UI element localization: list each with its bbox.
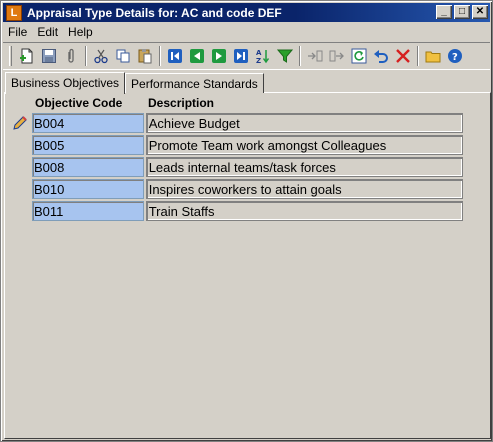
row-indicator[interactable] [8, 134, 32, 156]
grid-header: Objective Code Description [8, 96, 463, 112]
first-record-icon[interactable] [164, 45, 186, 67]
attach-icon[interactable] [60, 45, 82, 67]
column-header-description[interactable]: Description [144, 96, 462, 112]
table-row[interactable]: B004 Achieve Budget [8, 112, 463, 134]
copy-icon[interactable] [112, 45, 134, 67]
row-indicator[interactable] [8, 200, 32, 222]
objective-code-cell[interactable]: B004 [31, 113, 144, 133]
table-row[interactable]: B005 Promote Team work amongst Colleague… [8, 134, 463, 156]
app-window: L Appraisal Type Details for: AC and cod… [0, 0, 493, 442]
menu-edit[interactable]: Edit [32, 25, 63, 39]
insert-row-icon[interactable] [304, 45, 326, 67]
description-cell[interactable]: Promote Team work amongst Colleagues [145, 135, 463, 155]
table-row[interactable]: B010 Inspires coworkers to attain goals [8, 178, 463, 200]
table-row[interactable]: B008 Leads internal teams/task forces [8, 156, 463, 178]
svg-text:Z: Z [256, 57, 261, 64]
toolbar-separator [417, 46, 419, 66]
row-indicator-header [8, 96, 32, 112]
toolbar-separator [85, 46, 87, 66]
description-cell[interactable]: Leads internal teams/task forces [145, 157, 463, 177]
toolbar-separator [299, 46, 301, 66]
title-bar[interactable]: L Appraisal Type Details for: AC and cod… [3, 3, 490, 22]
menu-file[interactable]: File [3, 25, 32, 39]
undo-icon[interactable] [370, 45, 392, 67]
objective-code-cell[interactable]: B010 [31, 179, 144, 199]
close-button[interactable]: ✕ [472, 5, 488, 19]
edit-pencil-icon [8, 112, 32, 134]
refresh-icon[interactable] [348, 45, 370, 67]
toolbar-separator [159, 46, 161, 66]
row-indicator[interactable] [8, 178, 32, 200]
objective-code-cell[interactable]: B005 [31, 135, 144, 155]
menu-help[interactable]: Help [63, 25, 98, 39]
description-cell[interactable]: Achieve Budget [145, 113, 463, 133]
description-cell[interactable]: Inspires coworkers to attain goals [145, 179, 463, 199]
minimize-button[interactable]: _ [436, 5, 452, 19]
toolbar-grip[interactable] [9, 46, 12, 66]
tab-strip: Business Objectives Performance Standard… [5, 71, 264, 94]
tab-performance-standards[interactable]: Performance Standards [125, 73, 264, 93]
window-title: Appraisal Type Details for: AC and code … [27, 5, 282, 20]
description-cell[interactable]: Train Staffs [145, 201, 463, 221]
sort-az-icon[interactable]: AZ [252, 45, 274, 67]
filter-icon[interactable] [274, 45, 296, 67]
objective-code-cell[interactable]: B008 [31, 157, 144, 177]
append-row-icon[interactable] [326, 45, 348, 67]
paste-icon[interactable] [134, 45, 156, 67]
delete-icon[interactable] [392, 45, 414, 67]
svg-text:?: ? [452, 52, 458, 63]
app-logo-icon[interactable]: L [6, 4, 22, 21]
objective-code-cell[interactable]: B011 [31, 201, 144, 221]
table-row[interactable]: B011 Train Staffs [8, 200, 463, 222]
cut-icon[interactable] [90, 45, 112, 67]
help-icon[interactable]: ? [444, 45, 466, 67]
menu-bar: File Edit Help [3, 23, 490, 41]
objectives-grid: Objective Code Description B004 Achieve … [8, 96, 463, 222]
save-icon[interactable] [38, 45, 60, 67]
svg-text:A: A [256, 49, 262, 57]
new-record-icon[interactable] [16, 45, 38, 67]
tab-business-objectives[interactable]: Business Objectives [5, 72, 126, 94]
column-header-objective-code[interactable]: Objective Code [32, 96, 144, 112]
open-folder-icon[interactable] [422, 45, 444, 67]
next-record-icon[interactable] [208, 45, 230, 67]
previous-record-icon[interactable] [186, 45, 208, 67]
last-record-icon[interactable] [230, 45, 252, 67]
maximize-button[interactable]: □ [454, 5, 470, 19]
row-indicator[interactable] [8, 156, 32, 178]
toolbar: AZ ? [3, 42, 490, 70]
